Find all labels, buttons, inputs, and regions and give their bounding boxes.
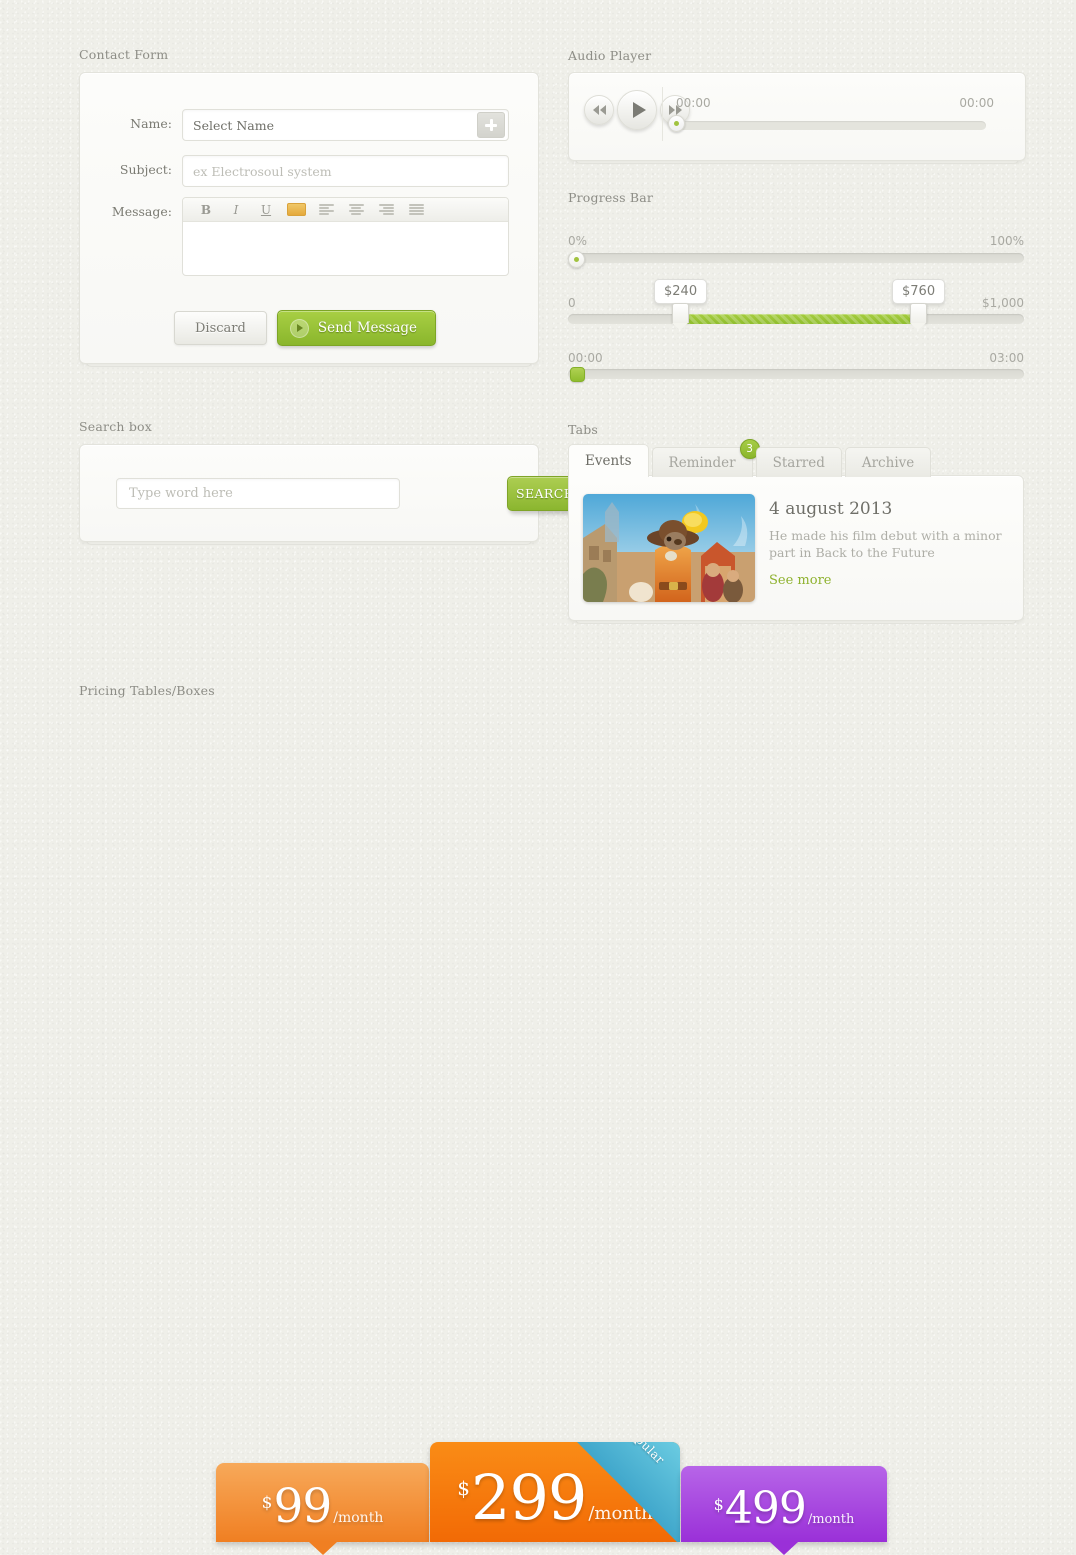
subject-label: Subject: [119, 162, 172, 177]
audio-times: 00:00 00:00 [676, 96, 994, 110]
time-slider-track[interactable] [568, 369, 1024, 379]
pricing-basic-notch [308, 1542, 337, 1555]
pricing-pro-currency: $ [457, 1476, 470, 1500]
message-editor[interactable]: B I U [182, 197, 509, 276]
percent-slider-track[interactable] [568, 253, 1024, 263]
range-slider-labels: 0 $1,000 [568, 296, 1024, 310]
pricing-group: $ 99 /month $ 299 /month Most Popular $ … [0, 730, 1076, 1555]
see-more-link[interactable]: See more [769, 573, 832, 588]
page-root: Contact Form Name: Select Name Subject: … [0, 0, 1076, 1555]
tab-archive-label: Archive [861, 454, 915, 471]
name-label: Name: [130, 116, 172, 131]
align-center-icon[interactable] [341, 198, 371, 221]
tab-events[interactable]: Events [568, 444, 649, 477]
percent-slider-min: 0% [568, 234, 588, 248]
tab-archive[interactable]: Archive [844, 447, 932, 477]
search-placeholder: Type word here [129, 486, 233, 501]
tab-strip: Events Reminder 3 Starred Archive [568, 439, 932, 477]
rewind-icon[interactable] [584, 95, 614, 125]
align-right-icon[interactable] [371, 198, 401, 221]
progress-bar-group: 0% 100% $240 $760 0 $1,000 00:00 03:00 [568, 230, 1024, 382]
range-slider-min: 0 [568, 296, 576, 310]
plus-icon[interactable] [477, 112, 505, 138]
form-actions: Discard Send Message [174, 310, 437, 346]
percent-slider-labels: 0% 100% [568, 234, 1024, 248]
tab-panel-events: 4 august 2013 He made his film debut wit… [568, 475, 1024, 624]
audio-divider [662, 87, 663, 141]
align-justify-icon[interactable] [401, 198, 431, 221]
pricing-box-basic[interactable]: $ 99 /month [216, 1463, 429, 1555]
pricing-enterprise-currency: $ [713, 1495, 724, 1514]
text-color-icon[interactable] [281, 198, 311, 221]
audio-progress-thumb[interactable] [668, 115, 685, 132]
section-label-audio-player: Audio Player [568, 48, 652, 63]
pricing-basic-price: $ 99 /month [216, 1479, 429, 1534]
tab-starred-label: Starred [772, 454, 825, 471]
tabs-group: Events Reminder 3 Starred Archive 4 augu… [568, 439, 1024, 624]
send-message-button[interactable]: Send Message [276, 310, 437, 346]
send-play-icon [289, 318, 309, 338]
section-label-pricing: Pricing Tables/Boxes [79, 683, 215, 698]
pricing-enterprise-period: /month [807, 1512, 855, 1527]
audio-time-total: 00:00 [959, 96, 994, 110]
name-select-value: Select Name [193, 117, 274, 133]
search-input[interactable]: Type word here [116, 478, 400, 509]
percent-slider-max: 100% [989, 234, 1024, 248]
range-slider-fill [678, 314, 918, 324]
range-slider-max: $1,000 [982, 296, 1024, 310]
pricing-basic-currency: $ [261, 1493, 273, 1513]
message-label: Message: [111, 204, 172, 219]
message-textarea[interactable] [183, 222, 508, 234]
pricing-enterprise-notch [770, 1542, 798, 1555]
range-slider-low-handle[interactable] [672, 303, 689, 330]
range-slider-track[interactable] [568, 314, 1024, 324]
time-slider-max: 03:00 [989, 351, 1024, 365]
form-row-name: Name: Select Name [80, 109, 509, 141]
subject-placeholder: ex Electrosoul system [193, 163, 332, 179]
time-slider-min: 00:00 [568, 351, 603, 365]
percent-slider-thumb[interactable] [568, 251, 585, 268]
search-box-panel: Type word here SEARCH [79, 444, 584, 545]
tab-events-label: Events [585, 453, 632, 469]
audio-progress-track[interactable] [676, 121, 986, 130]
pricing-enterprise-price: $ 499 /month [681, 1483, 887, 1534]
event-title: 4 august 2013 [769, 499, 893, 519]
section-label-contact-form: Contact Form [79, 47, 169, 62]
audio-player-panel: 00:00 00:00 [568, 72, 1026, 164]
section-label-tabs: Tabs [568, 422, 599, 437]
section-label-progress-bar: Progress Bar [568, 190, 654, 205]
audio-time-current: 00:00 [676, 96, 711, 110]
play-icon[interactable] [617, 90, 657, 130]
time-slider-thumb[interactable] [570, 367, 585, 382]
discard-button[interactable]: Discard [174, 311, 267, 345]
range-slider-high-handle[interactable] [910, 303, 927, 330]
name-select[interactable]: Select Name [182, 109, 509, 141]
event-thumbnail-image [583, 494, 755, 602]
pricing-pro-amount: 299 [471, 1461, 587, 1534]
tab-reminder-label: Reminder [668, 454, 736, 471]
editor-toolbar: B I U [183, 198, 508, 222]
pricing-box-pro[interactable]: $ 299 /month Most Popular [430, 1442, 680, 1542]
send-message-label: Send Message [317, 320, 418, 336]
pricing-enterprise-amount: 499 [724, 1483, 807, 1534]
bold-icon[interactable]: B [191, 198, 221, 221]
form-row-message: Message: B I U [80, 197, 509, 276]
form-row-subject: Subject: ex Electrosoul system [80, 155, 509, 187]
section-label-search-box: Search box [79, 419, 152, 434]
align-left-icon[interactable] [311, 198, 341, 221]
subject-input[interactable]: ex Electrosoul system [182, 155, 509, 187]
tab-reminder[interactable]: Reminder 3 [651, 439, 760, 477]
pricing-basic-amount: 99 [273, 1479, 332, 1534]
time-slider-labels: 00:00 03:00 [568, 351, 1024, 365]
pricing-basic-period: /month [333, 1510, 384, 1526]
italic-icon[interactable]: I [221, 198, 251, 221]
pricing-box-enterprise[interactable]: $ 499 /month [681, 1466, 887, 1555]
contact-form-panel: Name: Select Name Subject: ex Electrosou… [79, 72, 539, 367]
most-popular-ribbon: Most Popular [576, 1442, 680, 1542]
tab-starred[interactable]: Starred [755, 447, 842, 477]
underline-icon[interactable]: U [251, 198, 281, 221]
event-description: He made his film debut with a minor part… [769, 528, 1002, 560]
